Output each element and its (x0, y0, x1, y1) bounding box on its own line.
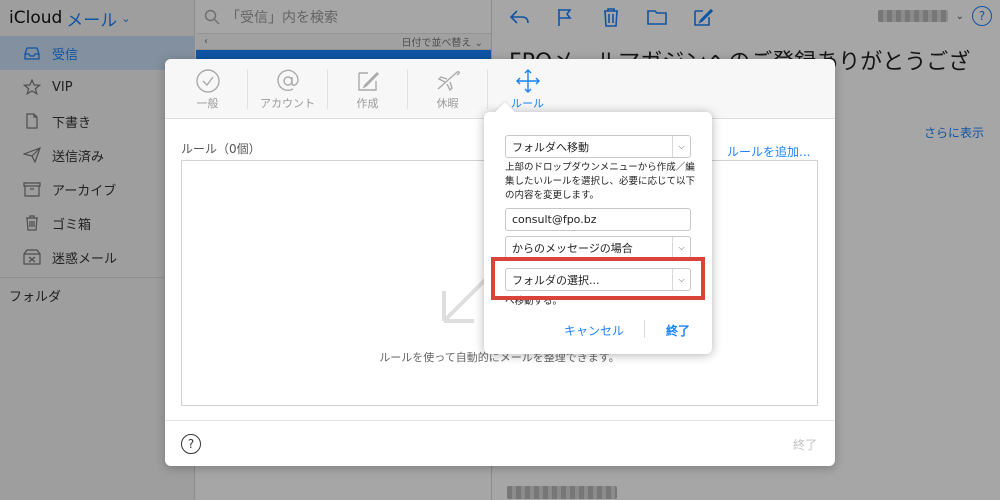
at-sign-icon (275, 67, 301, 95)
tab-label: 作成 (356, 96, 379, 110)
rules-arrows-icon (515, 67, 541, 95)
tab-compose[interactable]: 作成 (328, 67, 407, 111)
popover-done-button[interactable]: 終了 (666, 322, 690, 339)
rule-action-value: フォルダへ移動 (512, 140, 589, 154)
rule-help-text: 上部のドロップダウンメニューから作成／編集したいルールを選択し、必要に応じて以下… (505, 162, 696, 201)
compose-icon (355, 67, 381, 95)
check-circle-icon (195, 67, 221, 95)
tab-label: 一般 (196, 96, 219, 110)
dialog-footer: ? 終了 (165, 420, 835, 466)
condition-select[interactable]: からのメッセージの場合 ⌵ (505, 236, 691, 259)
tab-label: 休暇 (436, 96, 459, 110)
tab-accounts[interactable]: アカウント (248, 67, 327, 111)
rule-editor-popover: フォルダへ移動 ⌵ 上部のドロップダウンメニューから作成／編集したいルールを選択… (484, 102, 712, 354)
tab-general[interactable]: 一般 (168, 67, 247, 111)
cancel-button[interactable]: キャンセル (564, 322, 624, 339)
chevron-down-icon: ⌵ (672, 136, 690, 157)
condition-value: からのメッセージの場合 (512, 241, 633, 255)
email-value: consult@fpo.bz (512, 213, 597, 226)
help-icon[interactable]: ? (181, 434, 201, 454)
add-rule-link[interactable]: ルールを追加... (727, 143, 810, 160)
button-divider (644, 320, 645, 338)
done-button[interactable]: 終了 (793, 436, 817, 453)
tab-vacation[interactable]: 休暇 (408, 67, 487, 111)
folder-select-highlight (491, 257, 705, 300)
tab-label: ルール (511, 96, 544, 110)
rules-count-label: ルール（0個） (181, 142, 261, 156)
rule-action-select[interactable]: フォルダへ移動 ⌵ (505, 135, 691, 158)
airplane-icon (435, 67, 461, 95)
chevron-down-icon: ⌵ (672, 237, 690, 258)
tab-label: アカウント (260, 96, 315, 110)
tab-rules[interactable]: ルール (488, 67, 567, 111)
email-field[interactable]: consult@fpo.bz (505, 208, 691, 231)
